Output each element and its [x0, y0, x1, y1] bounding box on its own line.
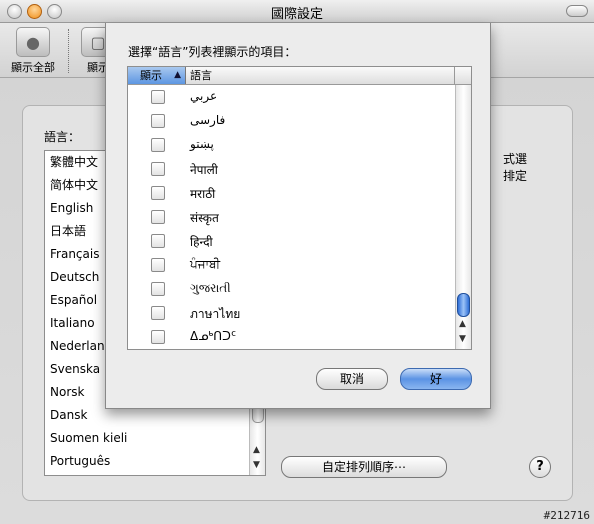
table-row[interactable]: ภาษาไทย — [128, 301, 454, 325]
info-text-line1: 式選 — [503, 152, 528, 166]
table-row[interactable]: ᐃᓄᒃᑎᑐᑦ — [128, 325, 454, 349]
table-row[interactable]: मराठी — [128, 181, 454, 205]
language-name: ગુજરાતી — [190, 281, 231, 295]
scroll-down-arrow-icon[interactable]: ▼ — [253, 460, 260, 470]
toolbar-separator — [68, 29, 70, 73]
watermark-text: #212716 — [543, 509, 590, 522]
show-checkbox[interactable] — [151, 90, 165, 104]
show-checkbox[interactable] — [151, 186, 165, 200]
table-row[interactable]: नेपाली — [128, 157, 454, 181]
show-checkbox[interactable] — [151, 138, 165, 152]
language-name: ᐃᓄᒃᑎᑐᑦ — [190, 329, 237, 343]
help-button[interactable]: ? — [529, 456, 551, 478]
info-text-line2: 排定 — [503, 169, 528, 183]
language-name: मराठी — [190, 187, 216, 201]
language-list-item[interactable]: Português — [45, 450, 265, 473]
show-checkbox[interactable] — [151, 282, 165, 296]
table-scroll-thumb[interactable] — [457, 293, 470, 317]
show-checkbox[interactable] — [151, 210, 165, 224]
language-name: ภาษาไทย — [190, 307, 241, 321]
table-header: 顯示 ▲ 語言 — [128, 67, 471, 85]
language-name: پښتو — [190, 137, 214, 151]
table-scroll-up-arrow-icon[interactable]: ▲ — [459, 319, 466, 329]
sheet-title: 選擇“語言”列表裡顯示的項目： — [128, 45, 297, 59]
table-scrollbar[interactable]: ▲ ▼ — [455, 85, 471, 349]
language-table[interactable]: 顯示 ▲ 語言 عربي فارسی پښتو नेपाली मराठी संस्कृत ह… — [127, 66, 472, 350]
header-divider — [454, 67, 455, 84]
ok-button[interactable]: 好 — [400, 368, 472, 390]
show-checkbox[interactable] — [151, 306, 165, 320]
table-row[interactable]: عربي — [128, 85, 454, 109]
language-name: عربي — [190, 89, 218, 103]
show-checkbox[interactable] — [151, 330, 165, 344]
column-header-show-label: 顯示 — [140, 69, 162, 82]
preferences-window: 國際設定 ● 顯示全部 ▢ 顯示 語言： 繁體中文 简体中文 English 日本語 F… — [0, 0, 594, 524]
custom-order-button[interactable]: 自定排列順序⋯ — [281, 456, 447, 478]
table-scroll-down-arrow-icon[interactable]: ▼ — [459, 334, 466, 344]
table-row[interactable]: ਪੰਜਾਬੀ — [128, 253, 454, 277]
languages-label: 語言： — [44, 130, 81, 144]
table-row[interactable]: हिन्दी — [128, 229, 454, 253]
language-list-item[interactable]: Suomen kieli — [45, 427, 265, 450]
language-name: संस्कृत — [190, 211, 219, 225]
window-title: 國際設定 — [270, 7, 323, 22]
title-bar: 國際設定 — [0, 0, 594, 23]
apple-icon: ● — [16, 27, 50, 57]
language-name: हिन्दी — [190, 235, 213, 249]
language-selection-sheet: 選擇“語言”列表裡顯示的項目： 顯示 ▲ 語言 عربي فارسی پښتو नेप… — [105, 23, 491, 409]
cancel-button[interactable]: 取消 — [316, 368, 388, 390]
column-header-show[interactable]: 顯示 ▲ — [128, 67, 186, 84]
language-name: فارسی — [190, 113, 226, 127]
table-row[interactable]: پښتو — [128, 133, 454, 157]
show-all-button[interactable]: ● 顯示全部 — [8, 27, 58, 75]
language-name: नेपाली — [190, 163, 218, 177]
show-checkbox[interactable] — [151, 258, 165, 272]
language-name: ਪੰਜਾਬੀ — [190, 257, 221, 271]
show-all-label: 顯示全部 — [11, 61, 55, 74]
show-checkbox[interactable] — [151, 114, 165, 128]
toolbar-toggle-button[interactable] — [566, 5, 588, 17]
table-row[interactable]: فارسی — [128, 109, 454, 133]
show-checkbox[interactable] — [151, 234, 165, 248]
show-checkbox[interactable] — [151, 162, 165, 176]
table-row[interactable]: संस्कृत — [128, 205, 454, 229]
table-row[interactable]: ગુજરાતી — [128, 277, 454, 301]
scroll-up-arrow-icon[interactable]: ▲ — [253, 445, 260, 455]
sort-ascending-icon: ▲ — [174, 70, 181, 80]
column-header-language[interactable]: 語言 — [190, 67, 212, 84]
table-rows: عربي فارسی پښتو नेपाली मराठी संस्कृत हिन्दी ਪੰਜ… — [128, 85, 454, 349]
